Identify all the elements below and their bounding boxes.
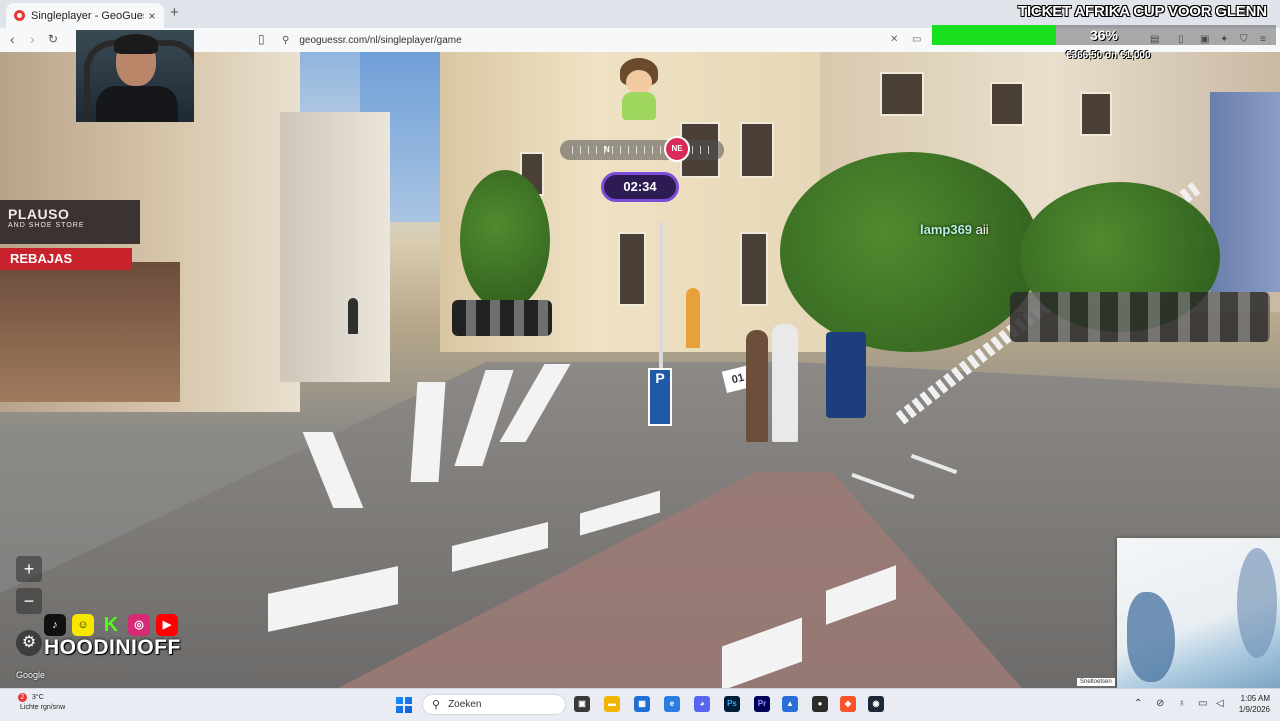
- forward-icon[interactable]: ›: [30, 31, 35, 47]
- compass[interactable]: N NE: [560, 136, 724, 162]
- url-field[interactable]: ⚲ geoguessr.com/nl/singleplayer/game: [282, 32, 902, 48]
- youtube-icon: ▶: [156, 614, 178, 636]
- instagram-icon: ◎: [128, 614, 150, 636]
- weather-widget[interactable]: 2 3°C Lichte rgn/snw: [18, 693, 66, 713]
- map-landmass: [1127, 592, 1175, 682]
- tray-overflow-icon[interactable]: ⌃: [1134, 698, 1142, 709]
- url-text: geoguessr.com/nl/singleplayer/game: [299, 34, 462, 46]
- pedestrian: [772, 324, 798, 442]
- shop-sign-subtitle: AND SHOE STORE: [8, 222, 85, 229]
- mute-icon[interactable]: ✕: [890, 34, 898, 45]
- shop-sign: PLAUSO AND SHOE STORE: [0, 200, 140, 244]
- tab-title: Singleplayer - GeoGuessr: [31, 9, 144, 22]
- tree: [780, 152, 1040, 352]
- parked-motorcycles: [1010, 292, 1270, 342]
- notifications-off-icon[interactable]: ⊘: [1156, 698, 1164, 709]
- chat-message: lamp369 aii: [920, 222, 989, 237]
- compass-north-label: N: [604, 145, 610, 154]
- pedestrian: [686, 288, 700, 348]
- building-left-far: [280, 112, 390, 382]
- shop-sign-text: PLAUSO: [8, 206, 70, 222]
- search-icon: ⚲: [432, 699, 441, 711]
- window: [1080, 92, 1112, 136]
- cast-icon[interactable]: ▭: [912, 34, 921, 45]
- tiktok-icon: ♪: [44, 614, 66, 636]
- settings-gear-icon[interactable]: ⚙: [16, 630, 42, 656]
- guess-map[interactable]: [1117, 538, 1280, 688]
- geoguessr-favicon-icon: [14, 10, 25, 21]
- streamer-hair: [114, 34, 158, 54]
- brave-icon[interactable]: ◆: [840, 696, 856, 712]
- social-icons: ♪ ☺ K ◎ ▶: [44, 614, 178, 636]
- start-button-icon[interactable]: [396, 697, 412, 713]
- site-info-icon[interactable]: ⚲: [282, 35, 289, 46]
- new-tab-button[interactable]: +: [170, 4, 179, 21]
- compass-heading-marker: NE: [664, 136, 690, 162]
- donation-goal-title: TICKET AFRIKA CUP VOOR GLENN: [1018, 3, 1267, 20]
- task-view-icon[interactable]: ▣: [574, 696, 590, 712]
- app-icon[interactable]: ▲: [782, 696, 798, 712]
- donation-goal-bar: 36%: [932, 25, 1276, 45]
- taskbar: 2 3°C Lichte rgn/snw ⚲ Zoeken ▣ ▬ ▦ e ◕ …: [0, 688, 1280, 721]
- tab-geoguessr[interactable]: Singleplayer - GeoGuessr ×: [6, 3, 164, 28]
- round-timer: 02:34: [601, 172, 679, 202]
- building-blue: [1210, 92, 1280, 292]
- notification-badge: 2: [18, 693, 27, 702]
- zoom-out-button[interactable]: −: [16, 588, 42, 614]
- sale-sign: REBAJAS: [0, 248, 132, 270]
- window: [880, 72, 924, 116]
- premiere-icon[interactable]: Pr: [754, 696, 770, 712]
- shoe-store-window: [0, 262, 180, 402]
- chat-text: aii: [975, 222, 989, 237]
- google-logo: Google: [16, 670, 46, 680]
- photoshop-icon[interactable]: Ps: [724, 696, 740, 712]
- map-shortcuts-button[interactable]: Sneltoetsen: [1077, 678, 1115, 686]
- volume-icon[interactable]: ◁: [1216, 698, 1224, 709]
- obs-icon[interactable]: ●: [812, 696, 828, 712]
- parking-sign: P: [648, 368, 672, 426]
- clock-time: 1:05 AM: [1240, 694, 1270, 703]
- map-landmass: [1237, 548, 1277, 658]
- tab-close-icon[interactable]: ×: [144, 9, 160, 23]
- window: [990, 82, 1024, 126]
- clock-date: 1/9/2026: [1238, 705, 1270, 714]
- edge-icon[interactable]: e: [664, 696, 680, 712]
- donation-goal-percent: 36%: [1089, 27, 1119, 43]
- compass-ticks: [572, 146, 712, 154]
- chat-username: lamp369: [920, 222, 973, 237]
- store-icon[interactable]: ▦: [634, 696, 650, 712]
- network-icon[interactable]: ▭: [1198, 698, 1207, 709]
- streamer-shirt: [96, 86, 178, 122]
- streamer-handle: HOODINIOFF: [44, 636, 181, 659]
- kick-icon: K: [103, 614, 119, 636]
- window: [740, 122, 774, 178]
- door: [618, 232, 646, 306]
- taskbar-search[interactable]: ⚲ Zoeken: [422, 694, 566, 715]
- player-avatar: [616, 58, 662, 120]
- pedestrian: [746, 330, 768, 442]
- parked-motorcycles: [452, 300, 552, 336]
- file-explorer-icon[interactable]: ▬: [604, 696, 620, 712]
- weather-description: Lichte rgn/snw: [20, 704, 66, 711]
- discord-icon[interactable]: ◕: [694, 696, 710, 712]
- zoom-in-button[interactable]: +: [16, 556, 42, 582]
- search-placeholder: Zoeken: [448, 699, 482, 710]
- tree: [460, 170, 550, 310]
- streamer-webcam: [76, 30, 194, 122]
- steam-icon[interactable]: ◉: [868, 696, 884, 712]
- donation-goal-amount: €366,50 on €1,000: [1066, 50, 1151, 61]
- door: [740, 232, 768, 306]
- reload-icon[interactable]: ↻: [48, 32, 58, 46]
- pedestrian: [348, 298, 358, 334]
- microphone-icon[interactable]: ♁: [1178, 698, 1186, 709]
- system-clock[interactable]: 1:05 AM 1/9/2026: [1234, 693, 1270, 715]
- snapchat-icon: ☺: [72, 614, 94, 636]
- bookmark-icon[interactable]: ▯: [258, 32, 265, 46]
- recycling-bin: [826, 332, 866, 418]
- back-icon[interactable]: ‹: [10, 31, 15, 47]
